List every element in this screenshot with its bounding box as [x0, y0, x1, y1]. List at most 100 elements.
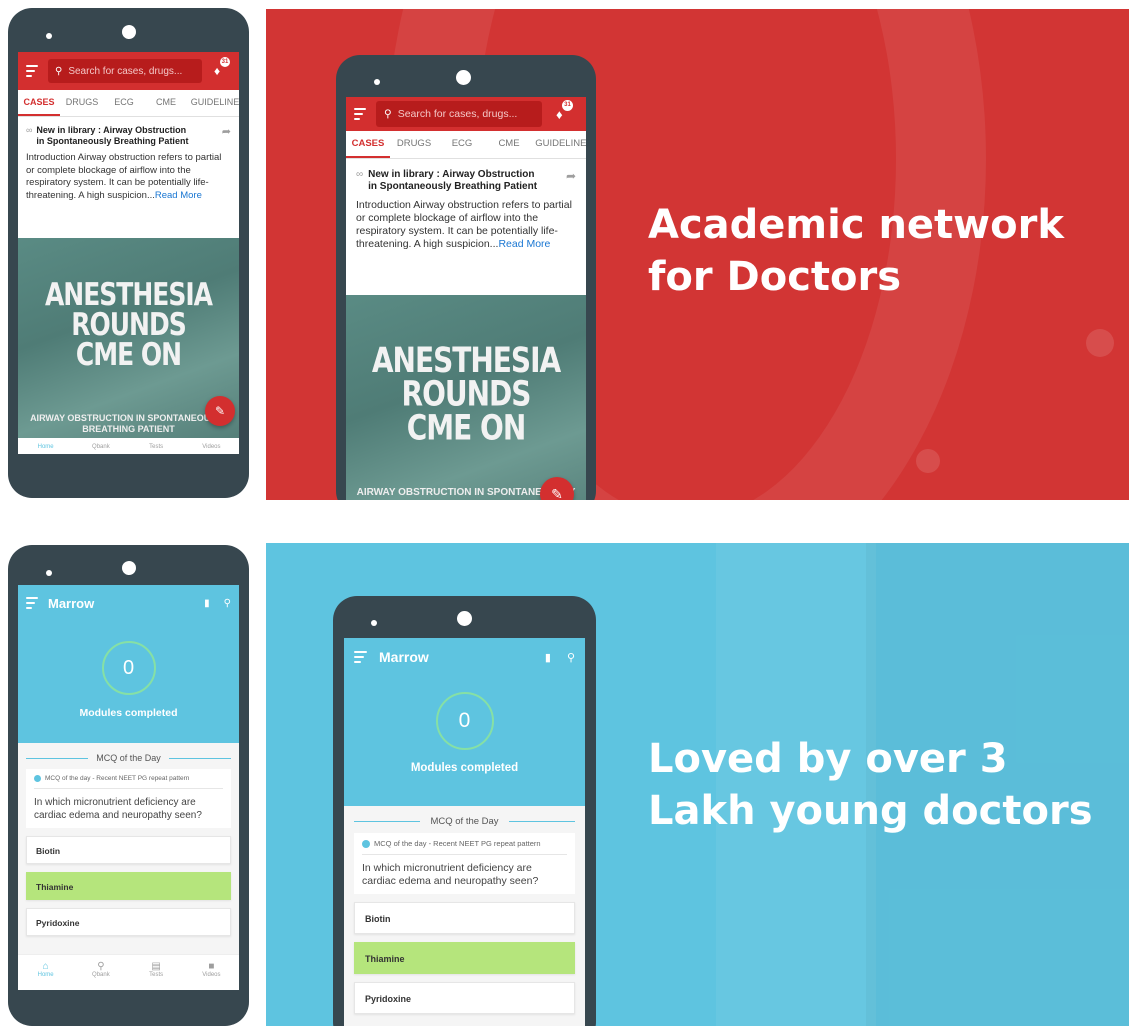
search-icon: ⚲ — [384, 108, 392, 120]
share-icon[interactable]: ➦ — [222, 125, 231, 138]
app-toolbar: Marrow ▮ ⚲ — [344, 638, 585, 676]
add-post-fab-icon[interactable]: ✎ — [205, 396, 235, 426]
news-card[interactable]: ∞ New in library : Airway Obstruction in… — [18, 125, 239, 202]
tab-ecg[interactable]: ECG — [104, 90, 144, 116]
mcq-option-pyridoxine[interactable]: Pyridoxine — [26, 908, 231, 936]
nav-qbank[interactable]: ⚲ Qbank — [73, 961, 128, 990]
tests-icon: ▤ — [151, 961, 161, 972]
search-icon[interactable]: ⚲ — [224, 598, 231, 609]
tab-cme[interactable]: CME — [144, 90, 188, 116]
modules-completed-count: 0 — [122, 657, 135, 679]
mcq-dot-icon — [34, 775, 41, 782]
phone-marrow-small: Marrow ▮ ⚲ 0 Modules completed MCQ of th… — [8, 545, 249, 1026]
nav-home[interactable]: ⌂ Home — [18, 961, 73, 990]
decorative-dot — [1086, 329, 1114, 357]
banner-headline-line: Academic network — [648, 202, 1064, 248]
read-more-link[interactable]: Read More — [498, 238, 550, 250]
nav-tests[interactable]: Tests — [129, 440, 184, 454]
phone-screen: ⚲ Search for cases, drugs... ♦ 31 CASES … — [346, 97, 586, 500]
mcq-question: In which micronutrient deficiency are ca… — [34, 797, 202, 821]
phone-marrow-large: Marrow ▮ ⚲ 0 Modules completed MCQ of th… — [333, 596, 596, 1026]
phone-screen: Marrow ▮ ⚲ 0 Modules completed MCQ of th… — [344, 638, 585, 1026]
share-icon[interactable]: ➦ — [566, 169, 576, 183]
app-header: ⚲ Search for cases, drugs... ♦ 31 — [346, 97, 586, 131]
menu-icon[interactable] — [354, 650, 367, 665]
category-tabs: CASES DRUGS ECG CME GUIDELINES — [18, 90, 239, 117]
app-toolbar: Marrow ▮ ⚲ — [18, 585, 239, 621]
library-icon: ∞ — [356, 169, 364, 180]
mcq-option-biotin[interactable]: Biotin — [26, 836, 231, 864]
menu-icon[interactable] — [26, 64, 38, 79]
banner-headline-line: Loved by over 3 — [648, 736, 1008, 782]
poster-heading: ANESTHESIA ROUNDS CME ON — [346, 339, 586, 448]
news-body: Introduction Airway obstruction refers t… — [26, 152, 231, 202]
tab-cme[interactable]: CME — [486, 131, 532, 158]
phone-cases-small: ⚲ Search for cases, drugs... ♦ 31 CASES … — [8, 8, 249, 498]
tab-cases[interactable]: CASES — [346, 131, 390, 158]
nav-home[interactable]: Home — [18, 440, 73, 454]
mcq-tag: MCQ of the day - Recent NEET PG repeat p… — [34, 775, 223, 789]
mcq-section-title: MCQ of the Day — [354, 816, 576, 827]
notification-badge: 31 — [220, 57, 230, 67]
mcq-option-biotin[interactable]: Biotin — [354, 902, 575, 934]
tab-guidelines[interactable]: GUIDELINES — [188, 90, 239, 116]
tab-cases[interactable]: CASES — [18, 90, 60, 116]
divider-line — [168, 757, 231, 759]
speaker-dot — [46, 33, 52, 39]
toolbar-actions: ▮ ⚲ — [204, 598, 231, 609]
read-more-link[interactable]: Read More — [155, 190, 202, 201]
poster-heading-line: ANESTHESIA — [371, 339, 561, 381]
tab-ecg[interactable]: ECG — [438, 131, 486, 158]
search-input[interactable]: ⚲ Search for cases, drugs... — [376, 101, 542, 127]
poster-heading-line: ROUNDS — [401, 373, 532, 415]
search-input[interactable]: ⚲ Search for cases, drugs... — [48, 59, 202, 83]
mcq-option-thiamine[interactable]: Thiamine — [26, 872, 231, 900]
videos-icon: ■ — [208, 961, 215, 972]
search-placeholder: Search for cases, drugs... — [397, 108, 518, 120]
mcq-option-pyridoxine[interactable]: Pyridoxine — [354, 982, 575, 1014]
nav-qbank[interactable]: Qbank — [73, 440, 128, 454]
mcq-tag: MCQ of the day - Recent NEET PG repeat p… — [362, 839, 567, 855]
mcq-section-label: MCQ of the Day — [96, 753, 161, 763]
nav-videos[interactable]: Videos — [184, 440, 239, 454]
tab-guidelines[interactable]: GUIDELINES — [532, 131, 586, 158]
menu-icon[interactable] — [354, 107, 366, 122]
decorative-dot — [916, 449, 940, 473]
bookmark-icon[interactable]: ▮ — [204, 598, 210, 609]
menu-icon[interactable] — [26, 596, 38, 611]
mcq-option-thiamine[interactable]: Thiamine — [354, 942, 575, 974]
notification-bell-icon[interactable]: ♦ 31 — [556, 99, 573, 122]
nav-tests[interactable]: ▤ Tests — [129, 961, 184, 990]
nav-videos[interactable]: ■ Videos — [184, 961, 239, 990]
news-body: Introduction Airway obstruction refers t… — [356, 199, 576, 251]
category-tabs: CASES DRUGS ECG CME GUIDELINES — [346, 131, 586, 159]
mcq-tag-label: MCQ of the day - Recent NEET PG repeat p… — [45, 775, 190, 782]
divider-line — [354, 821, 421, 822]
mcq-section: MCQ of the Day MCQ of the day - Recent N… — [344, 806, 585, 1026]
poster-heading-line: CME ON — [75, 336, 182, 373]
poster-heading: ANESTHESIA ROUNDS CME ON — [18, 279, 239, 373]
divider-line — [26, 757, 89, 759]
app-title: Marrow — [48, 595, 95, 611]
tab-drugs[interactable]: DRUGS — [60, 90, 104, 116]
tab-drugs[interactable]: DRUGS — [390, 131, 438, 158]
case-poster-image[interactable]: ANESTHESIA ROUNDS CME ON AIRWAY OBSTRUCT… — [346, 295, 586, 500]
mcq-card: MCQ of the day - Recent NEET PG repeat p… — [354, 833, 575, 894]
mcq-section-label: MCQ of the Day — [430, 816, 499, 827]
bookmark-icon[interactable]: ▮ — [545, 651, 551, 664]
search-icon: ⚲ — [55, 65, 63, 77]
promo-banner-blue: Loved by over 3 Lakh young doctors Marro… — [266, 543, 1129, 1026]
news-card[interactable]: ∞ New in library : Airway Obstruction in… — [346, 169, 586, 251]
bottom-nav: Home Qbank Tests Videos — [18, 440, 239, 454]
mcq-dot-icon — [362, 839, 370, 848]
news-title: New in library : Airway Obstruction in S… — [36, 125, 189, 146]
mcq-section-title: MCQ of the Day — [26, 753, 231, 763]
nav-home-label: Home — [37, 972, 54, 978]
poster-heading-line: CME ON — [406, 406, 527, 448]
notification-bell-icon[interactable]: ♦ 31 — [214, 57, 230, 78]
news-card-header: ∞ New in library : Airway Obstruction in… — [356, 169, 576, 193]
search-icon[interactable]: ⚲ — [567, 651, 575, 664]
app-header: ⚲ Search for cases, drugs... ♦ 31 — [18, 52, 239, 90]
modules-progress-ring: 0 — [435, 692, 494, 750]
speaker-dot — [374, 79, 380, 85]
